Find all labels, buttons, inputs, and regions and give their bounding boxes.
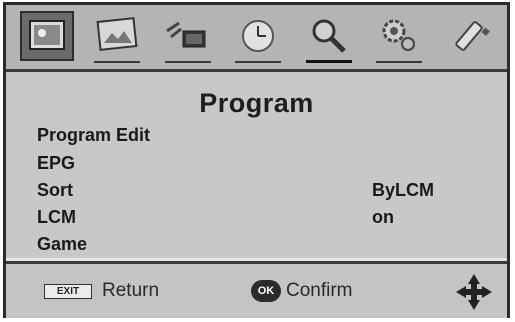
category-icon-bar <box>6 5 507 72</box>
menu-item-epg[interactable]: EPG <box>37 153 75 174</box>
menu-item-sort[interactable]: Sort <box>37 180 73 201</box>
tab-usb[interactable] <box>442 11 496 61</box>
ok-key-icon: OK <box>251 280 281 302</box>
tab-settings[interactable] <box>372 11 426 63</box>
exit-key-icon: EXIT <box>44 284 92 299</box>
menu-item-program-edit[interactable]: Program Edit <box>37 125 150 146</box>
menu-item-lcm[interactable]: LCM <box>37 207 76 228</box>
lcm-value[interactable]: on <box>372 207 394 228</box>
tab-channel[interactable] <box>161 11 215 63</box>
picture-icon <box>29 20 65 50</box>
navigation-arrows-icon <box>456 274 492 310</box>
tab-program[interactable] <box>302 11 356 63</box>
tab-picture[interactable] <box>20 11 74 61</box>
channel-tv-icon <box>166 21 206 48</box>
menu-item-game[interactable]: Game <box>37 234 87 255</box>
settings-gears-icon <box>382 19 415 51</box>
menu-panel: Program Program Edit EPG Sort ByLCM LCM … <box>6 72 507 258</box>
sort-value[interactable]: ByLCM <box>372 180 434 201</box>
page-title: Program <box>199 88 314 118</box>
footer-hint-bar: EXIT Return OK Confirm <box>6 261 507 318</box>
magnifier-tools-icon <box>312 19 346 53</box>
return-hint: Return <box>102 280 160 301</box>
clock-icon <box>242 20 274 52</box>
confirm-hint: Confirm <box>286 280 353 301</box>
osd-menu-frame: Program Program Edit EPG Sort ByLCM LCM … <box>3 2 510 318</box>
tab-time[interactable] <box>231 11 285 63</box>
photo-icon <box>96 17 138 51</box>
usb-stick-icon <box>455 21 490 51</box>
tab-photo[interactable] <box>90 11 144 63</box>
